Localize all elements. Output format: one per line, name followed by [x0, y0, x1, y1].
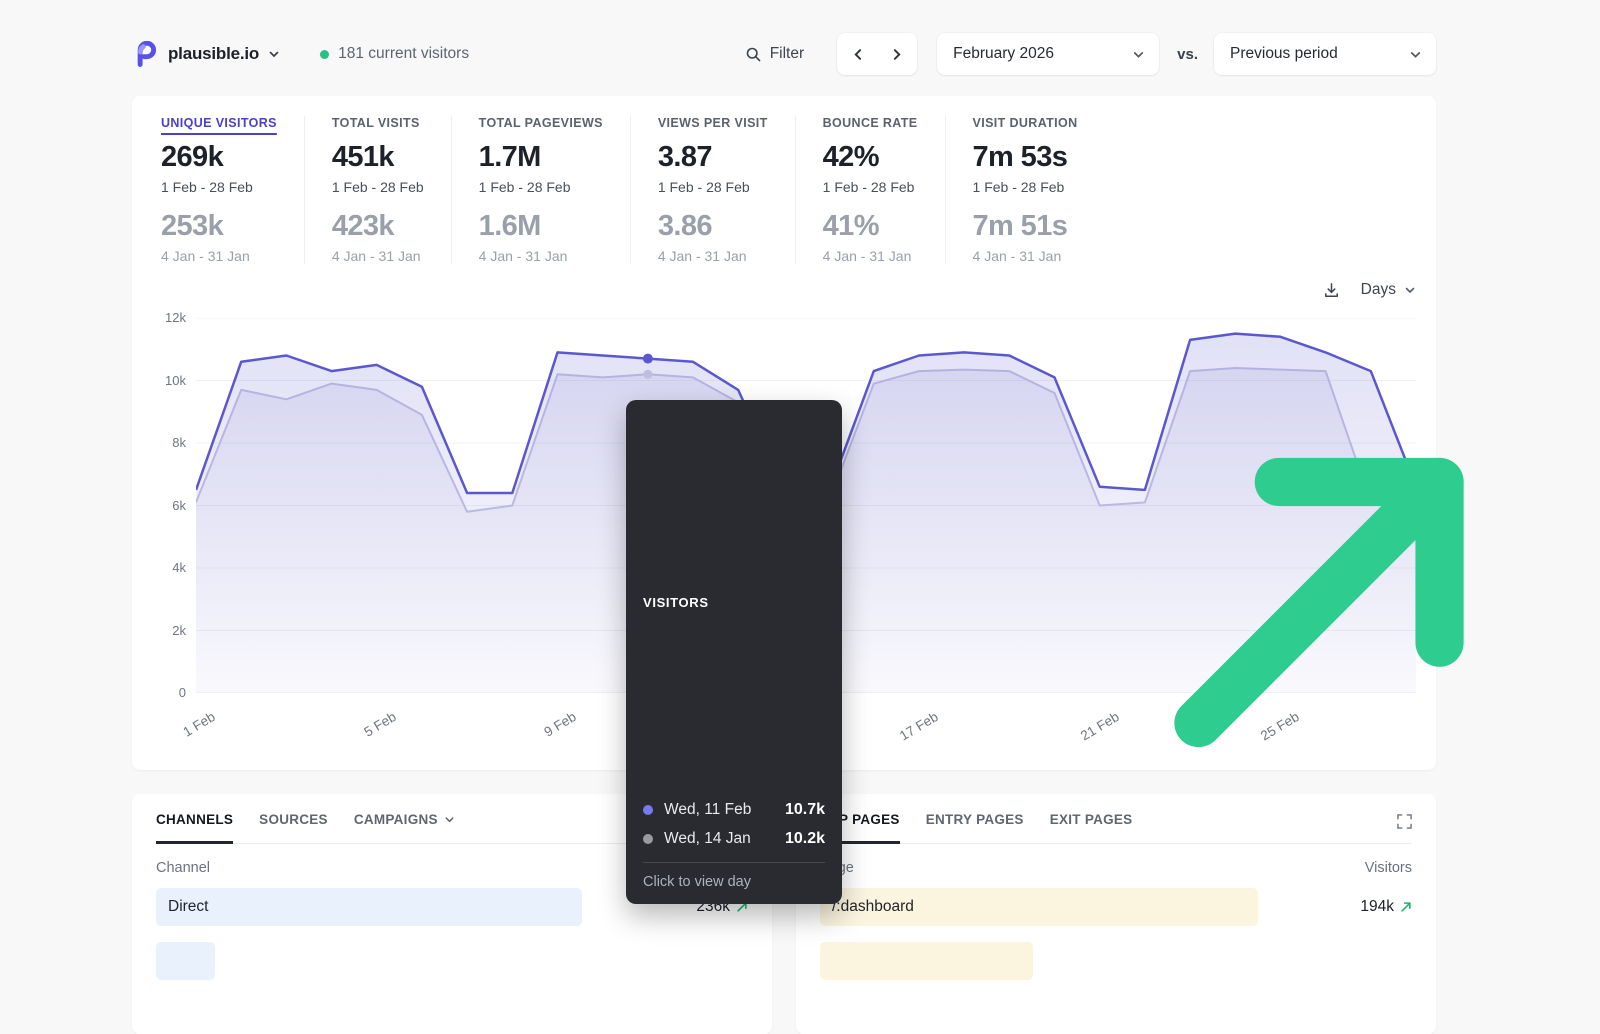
period-nav	[837, 33, 917, 75]
page-row-partial[interactable]	[820, 942, 1412, 980]
current-series-dot-icon	[643, 805, 653, 815]
tooltip-title: VISITORS	[643, 595, 709, 610]
y-axis-label: 4k	[172, 560, 186, 575]
chart-tooltip: VISITORS 5% Wed, 11 Feb 10.7k Wed, 14 J	[626, 400, 842, 904]
visitors-card: UNIQUE VISITORS 269k 1 Feb - 28 Feb 253k…	[132, 96, 1436, 770]
tab-campaigns[interactable]: CAMPAIGNS	[354, 812, 455, 844]
page-bar	[820, 942, 1033, 980]
x-axis-label: 5 Feb	[361, 709, 398, 740]
x-axis-label: 1 Feb	[180, 709, 217, 740]
channel-bar	[156, 888, 582, 926]
expand-icon	[1397, 814, 1412, 829]
channel-bar	[156, 942, 215, 980]
previous-series-dot-icon	[643, 834, 653, 844]
page-row-dashboard[interactable]: /:dashboard 194k	[820, 888, 1412, 926]
chart-y-axis: 02k4k6k8k10k12k	[152, 318, 186, 693]
top-bar: plausible.io 181 current visitors Filter…	[132, 33, 1436, 75]
pages-panel: TOP PAGES ENTRY PAGES EXIT PAGES Page Vi…	[796, 794, 1436, 1034]
interval-selector[interactable]: Days	[1361, 281, 1416, 299]
tab-channels[interactable]: CHANNELS	[156, 812, 233, 844]
y-axis-label: 2k	[172, 623, 186, 638]
page-visitors-value: 194k	[1360, 898, 1412, 916]
y-axis-label: 12k	[165, 310, 186, 325]
site-switcher-chevron-down-icon[interactable]	[268, 48, 280, 60]
chevron-down-icon	[1404, 284, 1416, 296]
chart-plot-area[interactable]: VISITORS 5% Wed, 11 Feb 10.7k Wed, 14 J	[196, 318, 1416, 693]
filter-label: Filter	[770, 45, 804, 63]
current-visitors-label: 181 current visitors	[338, 45, 469, 63]
tooltip-row-previous: Wed, 14 Jan 10.2k	[643, 830, 825, 848]
stat-bounce-rate[interactable]: BOUNCE RATE 42% 1 Feb - 28 Feb 41% 4 Jan…	[823, 116, 946, 264]
tooltip-hint: Click to view day	[643, 874, 825, 890]
live-dot-icon	[320, 50, 329, 59]
stat-views-per-visit[interactable]: VIEWS PER VISIT 3.87 1 Feb - 28 Feb 3.86…	[658, 116, 796, 264]
previous-period-button[interactable]	[841, 37, 875, 71]
tab-exit-pages[interactable]: EXIT PAGES	[1050, 812, 1133, 844]
chevron-down-icon	[1409, 48, 1422, 61]
y-axis-label: 10k	[165, 373, 186, 388]
date-range-label: February 2026	[953, 45, 1054, 63]
search-icon	[745, 46, 762, 63]
download-button[interactable]	[1322, 281, 1341, 300]
chevron-right-icon	[890, 48, 903, 61]
dashboard: plausible.io 181 current visitors Filter…	[132, 33, 1436, 1034]
current-visitors[interactable]: 181 current visitors	[320, 45, 469, 63]
y-axis-label: 0	[179, 685, 186, 700]
filter-button[interactable]: Filter	[745, 45, 804, 63]
date-range-selector[interactable]: February 2026	[937, 33, 1159, 75]
pages-tabs: TOP PAGES ENTRY PAGES EXIT PAGES	[820, 812, 1412, 844]
y-axis-label: 8k	[172, 435, 186, 450]
stat-total-visits[interactable]: TOTAL VISITS 451k 1 Feb - 28 Feb 423k 4 …	[332, 116, 452, 264]
chart-controls: Days	[152, 276, 1416, 304]
vs-label: vs.	[1177, 46, 1198, 63]
comparison-label: Previous period	[1230, 45, 1338, 63]
download-icon	[1322, 281, 1341, 300]
x-axis-label: 9 Feb	[542, 709, 579, 740]
pages-column-headers: Page Visitors	[820, 860, 1412, 876]
stat-visit-duration[interactable]: VISIT DURATION 7m 53s 1 Feb - 28 Feb 7m …	[973, 116, 1105, 264]
tooltip-row-current: Wed, 11 Feb 10.7k	[643, 801, 825, 819]
visitors-chart: 02k4k6k8k10k12k VISITORS 5%	[152, 318, 1416, 754]
chevron-down-icon	[1132, 48, 1145, 61]
plausible-logo	[132, 41, 158, 67]
tooltip-change: 5%	[709, 415, 1600, 790]
next-period-button[interactable]	[879, 37, 913, 71]
trend-up-icon	[1400, 901, 1412, 913]
stat-total-pageviews[interactable]: TOTAL PAGEVIEWS 1.7M 1 Feb - 28 Feb 1.6M…	[479, 116, 631, 264]
tab-entry-pages[interactable]: ENTRY PAGES	[926, 812, 1024, 844]
tab-sources[interactable]: SOURCES	[259, 812, 328, 844]
chevron-left-icon	[852, 48, 865, 61]
trend-up-icon	[709, 415, 1600, 790]
tooltip-divider	[643, 862, 825, 863]
comparison-selector[interactable]: Previous period	[1214, 33, 1436, 75]
stats-row: UNIQUE VISITORS 269k 1 Feb - 28 Feb 253k…	[152, 116, 1416, 264]
stat-unique-visitors[interactable]: UNIQUE VISITORS 269k 1 Feb - 28 Feb 253k…	[161, 116, 305, 264]
channel-row-partial[interactable]	[156, 942, 748, 980]
chevron-down-icon	[444, 814, 455, 825]
y-axis-label: 6k	[172, 498, 186, 513]
interval-label: Days	[1361, 281, 1396, 299]
site-name[interactable]: plausible.io	[168, 44, 259, 64]
expand-pages-button[interactable]	[1397, 812, 1412, 834]
